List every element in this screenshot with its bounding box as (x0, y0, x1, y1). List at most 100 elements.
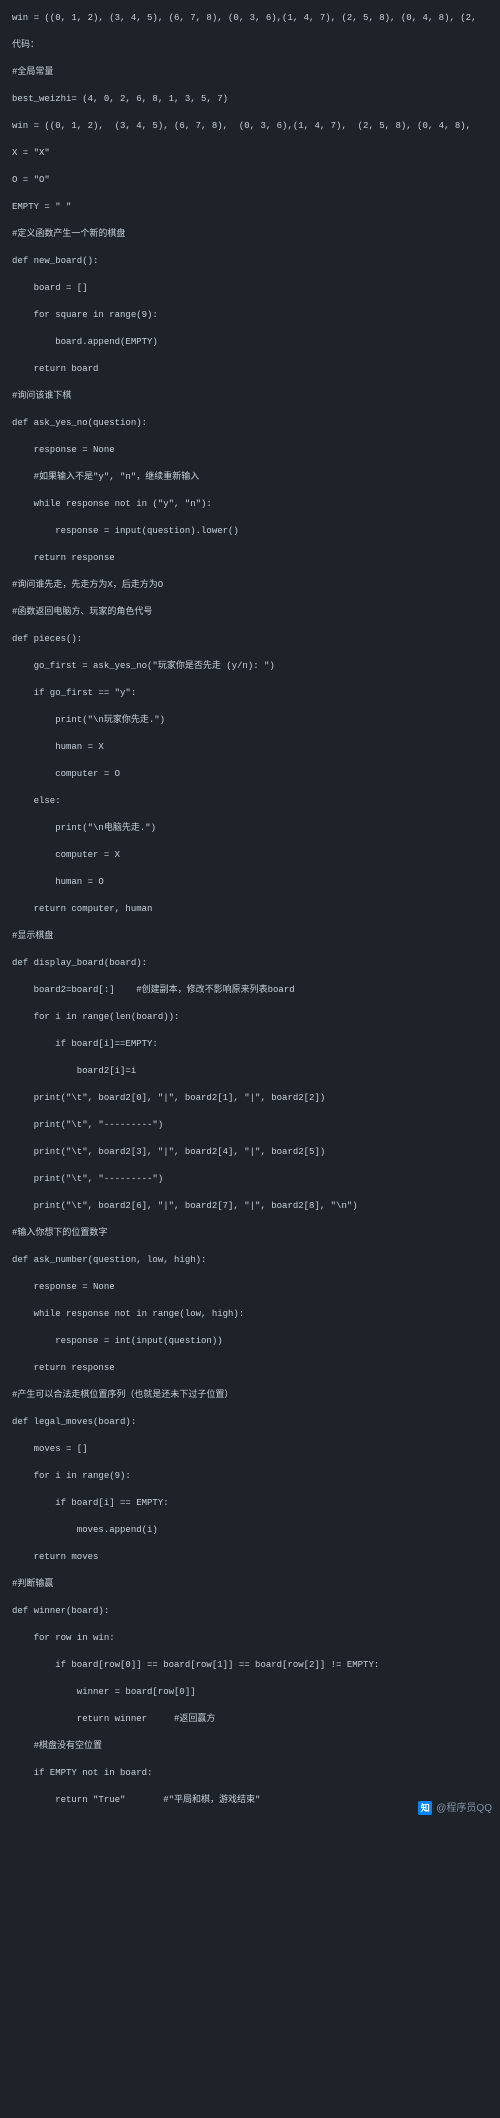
code-line (12, 971, 488, 985)
attribution: 知 @程序员QQ (418, 1801, 492, 1816)
code-line (12, 1214, 488, 1228)
code-line (12, 809, 488, 823)
code-line: go_first = ask_yes_no("玩家你是否先走 (y/n): ") (12, 660, 488, 674)
attribution-label: @程序员QQ (436, 1801, 492, 1816)
code-line: def winner(board): (12, 1605, 488, 1619)
code-line (12, 593, 488, 607)
code-line (12, 296, 488, 310)
code-line (12, 242, 488, 256)
code-line (12, 431, 488, 445)
code-line: else: (12, 795, 488, 809)
code-line: if board[row[0]] == board[row[1]] == boa… (12, 1659, 488, 1673)
code-line (12, 1619, 488, 1633)
code-line: human = X (12, 741, 488, 755)
code-line (12, 917, 488, 931)
code-line (12, 863, 488, 877)
code-line: def ask_number(question, low, high): (12, 1254, 488, 1268)
code-line (12, 1403, 488, 1417)
code-line (12, 1592, 488, 1606)
code-line: #产生可以合法走棋位置序列（也就是还未下过子位置） (12, 1389, 488, 1403)
code-line (12, 728, 488, 742)
code-line: for i in range(9): (12, 1470, 488, 1484)
code-line (12, 269, 488, 283)
code-line: return computer, human (12, 903, 488, 917)
code-line (12, 161, 488, 175)
code-line: winner = board[row[0]] (12, 1686, 488, 1700)
code-line: print("\t", board2[0], "|", board2[1], "… (12, 1092, 488, 1106)
code-line (12, 1349, 488, 1363)
code-line: #询问该谁下棋 (12, 390, 488, 404)
code-line (12, 134, 488, 148)
code-line (12, 1025, 488, 1039)
code-line: 代码： (12, 39, 488, 53)
code-line: human = O (12, 876, 488, 890)
code-line (12, 1160, 488, 1174)
code-line: def pieces(): (12, 633, 488, 647)
code-line: O = "O" (12, 174, 488, 188)
code-line (12, 1241, 488, 1255)
code-line: #输入你想下的位置数字 (12, 1227, 488, 1241)
code-line (12, 512, 488, 526)
code-line: #如果输入不是"y", "n"，继续重新输入 (12, 471, 488, 485)
code-line: print("\t", board2[6], "|", board2[7], "… (12, 1200, 488, 1214)
code-line: computer = X (12, 849, 488, 863)
code-line: #判断输赢 (12, 1578, 488, 1592)
code-line: moves = [] (12, 1443, 488, 1457)
zhihu-icon: 知 (418, 1801, 432, 1815)
code-line: win = ((0, 1, 2), (3, 4, 5), (6, 7, 8), … (12, 120, 488, 134)
code-line: #定义函数产生一个新的棋盘 (12, 228, 488, 242)
code-line (12, 458, 488, 472)
code-line: return moves (12, 1551, 488, 1565)
code-line: moves.append(i) (12, 1524, 488, 1538)
code-line: response = input(question).lower() (12, 525, 488, 539)
code-line (12, 1376, 488, 1390)
code-line: X = "X" (12, 147, 488, 161)
code-line: def display_board(board): (12, 957, 488, 971)
code-line (12, 998, 488, 1012)
code-line (12, 647, 488, 661)
code-line: print("\n电脑先走.") (12, 822, 488, 836)
code-line: #询问谁先走，先走方为X，后走方为O (12, 579, 488, 593)
code-line (12, 1079, 488, 1093)
code-line: print("\t", "---------") (12, 1119, 488, 1133)
code-line (12, 26, 488, 40)
code-line (12, 566, 488, 580)
code-line: response = None (12, 444, 488, 458)
code-line: EMPTY = " " (12, 201, 488, 215)
code-line: return winner #返回赢方 (12, 1713, 488, 1727)
code-line: print("\t", "---------") (12, 1173, 488, 1187)
code-line: return response (12, 552, 488, 566)
code-line: win = ((0, 1, 2), (3, 4, 5), (6, 7, 8), … (12, 12, 488, 26)
code-line (12, 80, 488, 94)
code-line (12, 1133, 488, 1147)
code-line (12, 215, 488, 229)
code-line (12, 1727, 488, 1741)
code-line: if go_first == "y": (12, 687, 488, 701)
code-line (12, 1538, 488, 1552)
code-line (12, 1673, 488, 1687)
code-line (12, 485, 488, 499)
code-line (12, 620, 488, 634)
code-line (12, 107, 488, 121)
code-line (12, 1700, 488, 1714)
code-line (12, 323, 488, 337)
code-line (12, 188, 488, 202)
code-line (12, 1457, 488, 1471)
code-line (12, 1322, 488, 1336)
code-line: #棋盘没有空位置 (12, 1740, 488, 1754)
code-line: return response (12, 1362, 488, 1376)
code-line (12, 1052, 488, 1066)
code-line (12, 836, 488, 850)
code-line (12, 1646, 488, 1660)
code-line: def new_board(): (12, 255, 488, 269)
code-line (12, 1430, 488, 1444)
code-line (12, 377, 488, 391)
code-line (12, 890, 488, 904)
code-line: def ask_yes_no(question): (12, 417, 488, 431)
code-line: #函数返回电脑方、玩家的角色代号 (12, 606, 488, 620)
code-block: win = ((0, 1, 2), (3, 4, 5), (6, 7, 8), … (0, 0, 500, 1820)
code-line: for square in range(9): (12, 309, 488, 323)
code-line (12, 701, 488, 715)
code-line: response = int(input(question)) (12, 1335, 488, 1349)
code-line: def legal_moves(board): (12, 1416, 488, 1430)
